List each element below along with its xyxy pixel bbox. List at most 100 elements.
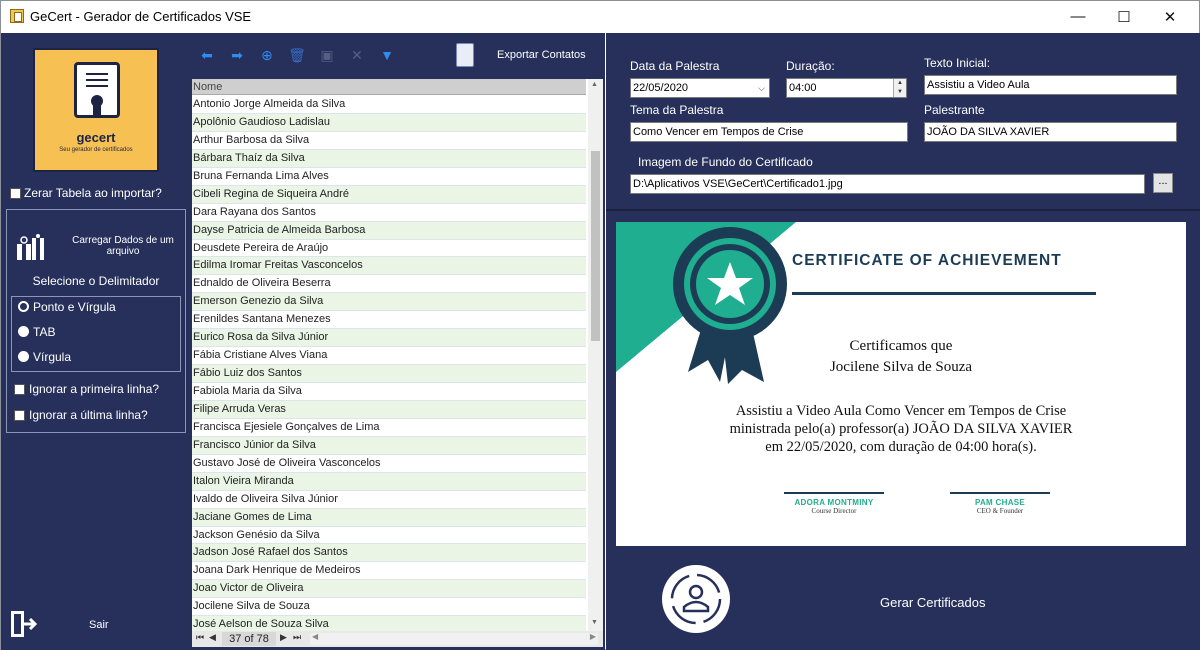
delimiter-radio-group: Ponto e Vírgula TAB Vírgula [11, 296, 181, 372]
scroll-down-icon[interactable]: ▼ [591, 619, 598, 626]
table-row[interactable]: Erenildes Santana Menezes [192, 311, 586, 330]
first-record-icon[interactable]: ⏮ [196, 632, 204, 643]
contacts-grid[interactable]: Nome Antonio Jorge Almeida da Silva Apolô… [192, 79, 603, 631]
table-row[interactable]: Jackson Genésio da Silva [192, 527, 586, 545]
table-row[interactable]: Filipe Arruda Veras [192, 400, 586, 419]
table-row[interactable]: Emerson Genezio da Silva [192, 293, 586, 312]
table-row[interactable]: Joao Victor de Oliveira [192, 580, 586, 599]
prev-record-icon[interactable]: ◀ [209, 632, 216, 643]
table-row[interactable]: Bruna Fernanda Lima Alves [192, 168, 586, 186]
carregar-dados-label: Carregar Dados de um arquivo [72, 235, 174, 257]
data-label: Data da Palestra [630, 59, 720, 73]
chevron-down-icon[interactable]: ⌵ [758, 79, 765, 97]
signature-2: PAM CHASE CEO & Founder [950, 492, 1050, 515]
table-row[interactable]: Cibeli Regina de Siqueira André [192, 185, 586, 204]
carregar-dados-button[interactable]: Carregar Dados de um arquivo [13, 228, 183, 264]
scroll-right-icon[interactable]: ▶ [590, 632, 596, 641]
gift-boxes-icon [17, 234, 44, 260]
close-button[interactable]: ✕ [1147, 1, 1193, 32]
table-row[interactable]: Joana Dark Henrique de Medeiros [192, 562, 586, 581]
table-row[interactable]: Dayse Patricia de Almeida Barbosa [192, 221, 586, 240]
radio-virgula[interactable]: Vírgula [18, 350, 71, 364]
table-row[interactable]: Jadson José Rafael dos Santos [192, 544, 586, 563]
table-row[interactable]: Eurico Rosa da Silva Júnior [192, 329, 586, 348]
add-icon[interactable]: ⊕ [258, 46, 276, 64]
ignore-last-label: Ignorar a última linha? [29, 408, 148, 422]
table-row[interactable]: Jaciane Gomes de Lima [192, 508, 586, 527]
arrow-left-icon[interactable]: ⬅ [198, 46, 216, 64]
texto-inicial-input[interactable]: Assistiu a Video Aula [924, 75, 1177, 95]
grid-toolbar: ⬅ ➡ ⊕ 🗑︎ ▣ ✕ ▼ Exportar Contatos [190, 33, 605, 77]
arrow-right-icon[interactable]: ➡ [228, 46, 246, 64]
export-contacts-button[interactable]: Exportar Contatos [497, 49, 586, 61]
radio-tab[interactable]: TAB [18, 325, 55, 339]
checkbox-box[interactable] [14, 384, 25, 396]
table-row[interactable]: Apolônio Gaudioso Ladislau [192, 113, 586, 132]
table-row[interactable]: Deusdete Pereira de Araújo [192, 240, 586, 258]
tema-input[interactable]: Como Vencer em Tempos de Crise [630, 122, 908, 142]
radio-selected-icon[interactable] [18, 301, 29, 312]
body-line-3: em 22/05/2020, com duração de 04:00 hora… [765, 439, 1037, 455]
certificate-preview: CERTIFICATE OF ACHIEVEMENT Certificamos … [616, 222, 1186, 546]
duracao-input[interactable]: 04:00 ▲ ▼ [786, 78, 907, 98]
table-row[interactable]: Arthur Barbosa da Silva [192, 132, 586, 150]
cancel-icon[interactable]: ✕ [348, 46, 366, 64]
table-row[interactable]: Fábio Luiz dos Santos [192, 365, 586, 383]
table-row[interactable]: Dara Rayana dos Santos [192, 204, 586, 222]
table-row[interactable]: Ivaldo de Oliveira Silva Júnior [192, 491, 586, 509]
ignore-first-line-checkbox[interactable]: Ignorar a primeira linha? [14, 382, 159, 396]
column-header-nome[interactable]: Nome [192, 79, 586, 95]
table-row[interactable]: Francisco Júnior da Silva [192, 436, 586, 455]
table-row[interactable]: Francisca Ejesiele Gonçalves de Lima [192, 419, 586, 437]
table-row[interactable]: Bárbara Thaíz da Silva [192, 149, 586, 168]
table-row[interactable]: Italon Vieira Miranda [192, 472, 586, 491]
radio-icon[interactable] [18, 326, 29, 337]
texto-inicial-label: Texto Inicial: [924, 56, 991, 70]
contacts-panel: ⬅ ➡ ⊕ 🗑︎ ▣ ✕ ▼ Exportar Contatos Nome An… [190, 33, 605, 650]
exit-label[interactable]: Sair [89, 619, 109, 631]
scroll-thumb[interactable] [591, 151, 600, 341]
zerar-tabela-checkbox[interactable]: Zerar Tabela ao importar? [10, 186, 162, 200]
table-row[interactable]: Fábia Cristiane Alves Viana [192, 347, 586, 366]
table-row[interactable]: Ednaldo de Oliveira Beserra [192, 275, 586, 294]
data-value: 22/05/2020 [633, 82, 689, 94]
data-date-picker[interactable]: 22/05/2020 ⌵ [630, 78, 770, 98]
table-row[interactable]: Gustavo José de Oliveira Vasconcelos [192, 455, 586, 473]
scroll-left-icon[interactable]: ◀ [312, 632, 318, 641]
signature-1-role: Course Director [811, 507, 857, 515]
trash-icon[interactable]: 🗑︎ [288, 46, 306, 64]
certify-line: Certificamos que [849, 338, 953, 354]
minimize-button[interactable]: — [1055, 1, 1101, 32]
last-record-icon[interactable]: ⏭ [293, 632, 301, 643]
generate-user-icon[interactable] [660, 563, 732, 635]
radio-icon[interactable] [18, 351, 29, 362]
radio-label: Ponto e Vírgula [33, 300, 116, 314]
browse-button[interactable]: ... [1153, 173, 1173, 193]
palestrante-input[interactable]: JOÃO DA SILVA XAVIER [924, 122, 1177, 142]
radio-label: Vírgula [33, 350, 72, 364]
exit-door-icon[interactable] [9, 608, 39, 640]
table-row[interactable]: Edilma Iromar Freitas Vasconcelos [192, 257, 586, 276]
vertical-scrollbar[interactable]: ▲ ▼ [588, 79, 603, 631]
table-row[interactable]: Antonio Jorge Almeida da Silva [192, 96, 586, 114]
scroll-up-icon[interactable]: ▲ [591, 81, 598, 88]
export-document-icon[interactable] [456, 43, 474, 67]
checkbox-box[interactable] [10, 188, 21, 200]
ignore-last-line-checkbox[interactable]: Ignorar a última linha? [14, 408, 148, 422]
imagem-path-input[interactable]: D:\Aplicativos VSE\GeCert\Certificado1.j… [630, 174, 1145, 194]
save-icon[interactable]: ▣ [318, 46, 336, 64]
checkbox-box[interactable] [14, 410, 25, 422]
horizontal-scrollbar[interactable]: ◀ ▶ [310, 632, 598, 645]
table-row[interactable]: José Aelson de Souza Silva [192, 616, 586, 631]
maximize-button[interactable]: ☐ [1101, 1, 1147, 32]
table-row[interactable]: Fabiola Maria da Silva [192, 383, 586, 401]
table-row[interactable]: Jocilene Silva de Souza [192, 598, 586, 617]
radio-ponto-e-virgula[interactable]: Ponto e Vírgula [18, 300, 116, 314]
generate-certificates-button[interactable]: Gerar Certificados [880, 595, 985, 610]
spinner-icon[interactable]: ▲ ▼ [893, 79, 906, 97]
next-record-icon[interactable]: ▶ [280, 632, 287, 643]
title-bar: GeCert - Gerador de Certificados VSE — ☐… [1, 1, 1199, 32]
imagem-label: Imagem de Fundo do Certificado [638, 155, 813, 169]
signature-2-name: PAM CHASE [974, 498, 1026, 507]
filter-icon[interactable]: ▼ [378, 46, 396, 64]
